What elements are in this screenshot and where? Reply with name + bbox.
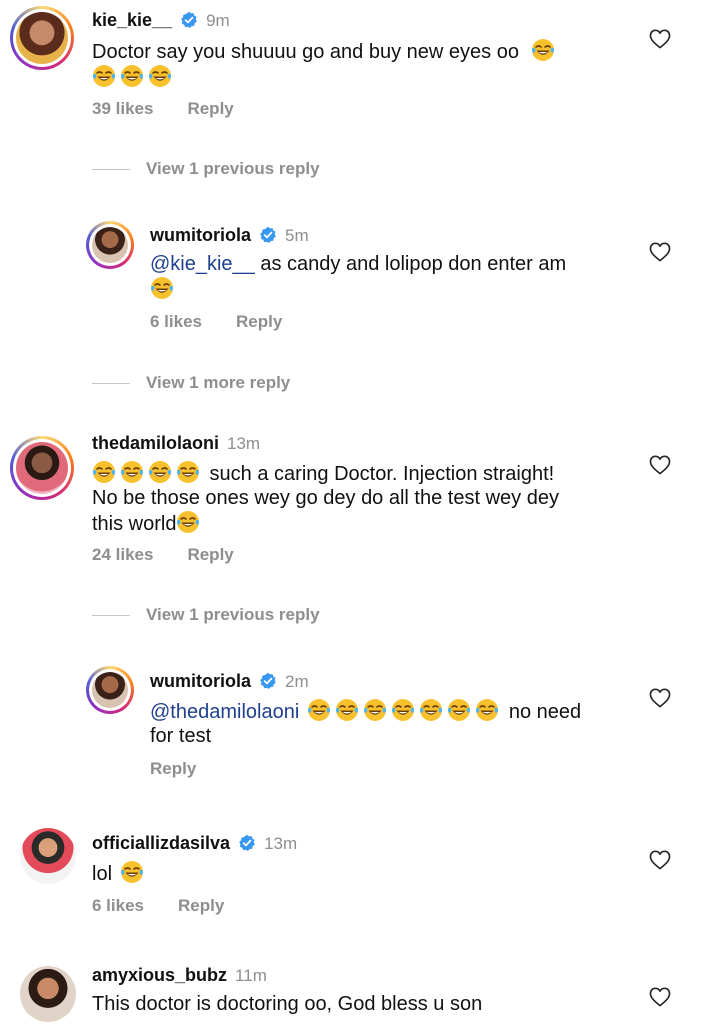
face-with-tears-of-joy-icon <box>148 64 172 88</box>
avatar[interactable] <box>10 6 74 70</box>
verified-badge-icon <box>180 11 198 29</box>
likes-count[interactable]: 24 likes <box>92 545 153 565</box>
heart-icon[interactable] <box>649 987 671 1007</box>
comment-time: 5m <box>285 226 309 245</box>
comment-text: @thedamilolaoni no need for test <box>150 698 640 748</box>
comment-time: 11m <box>235 966 267 985</box>
face-with-tears-of-joy-icon <box>447 698 471 722</box>
avatar[interactable] <box>20 966 76 1022</box>
verified-badge-icon <box>259 226 277 244</box>
divider-line <box>92 614 130 616</box>
divider-line <box>92 382 130 384</box>
comment-username[interactable]: kie_kie__ <box>92 10 172 31</box>
heart-icon[interactable] <box>649 850 671 870</box>
likes-count[interactable]: 6 likes <box>150 312 202 332</box>
comment-time: 13m <box>227 434 261 453</box>
face-with-tears-of-joy-icon <box>176 460 200 484</box>
avatar[interactable] <box>86 221 134 269</box>
face-with-tears-of-joy-icon <box>120 64 144 88</box>
comment-text: This doctor is doctoring oo, God bless u… <box>92 993 483 1015</box>
face-with-tears-of-joy-icon <box>176 510 200 534</box>
reply-button[interactable]: Reply <box>187 545 233 565</box>
heart-icon[interactable] <box>649 29 671 49</box>
heart-icon[interactable] <box>649 242 671 262</box>
heart-icon[interactable] <box>649 688 671 708</box>
view-more-reply-button[interactable]: View 1 more reply <box>92 373 290 393</box>
face-with-tears-of-joy-icon <box>363 698 387 722</box>
comment-username[interactable]: officiallizdasilva <box>92 833 230 854</box>
reply-button[interactable]: Reply <box>236 312 282 332</box>
reply-button[interactable]: Reply <box>150 759 196 779</box>
face-with-tears-of-joy-icon <box>475 698 499 722</box>
reply-button[interactable]: Reply <box>187 99 233 119</box>
comment-time: 13m <box>264 834 298 853</box>
comment-text: @kie_kie__ as candy and lolipop don ente… <box>150 252 640 302</box>
comment-text: Doctor say you shuuuu go and buy new eye… <box>92 38 632 90</box>
face-with-tears-of-joy-icon <box>531 38 555 62</box>
face-with-tears-of-joy-icon <box>92 460 116 484</box>
verified-badge-icon <box>238 834 256 852</box>
verified-badge-icon <box>259 672 277 690</box>
face-with-tears-of-joy-icon <box>391 698 415 722</box>
face-with-tears-of-joy-icon <box>120 460 144 484</box>
likes-count[interactable]: 39 likes <box>92 99 153 119</box>
reply-button[interactable]: Reply <box>178 896 224 916</box>
face-with-tears-of-joy-icon <box>419 698 443 722</box>
avatar[interactable] <box>20 828 76 884</box>
avatar[interactable] <box>86 666 134 714</box>
comment-time: 2m <box>285 672 309 691</box>
face-with-tears-of-joy-icon <box>92 64 116 88</box>
comment-time: 9m <box>206 11 230 30</box>
view-previous-reply-button[interactable]: View 1 previous reply <box>92 605 320 625</box>
avatar[interactable] <box>10 436 74 500</box>
view-previous-reply-button[interactable]: View 1 previous reply <box>92 159 320 179</box>
face-with-tears-of-joy-icon <box>307 698 331 722</box>
comment-username[interactable]: thedamilolaoni <box>92 433 219 454</box>
mention-link[interactable]: @kie_kie__ <box>150 253 255 275</box>
comment-text: lol <box>92 860 632 886</box>
heart-icon[interactable] <box>649 455 671 475</box>
comment-username[interactable]: wumitoriola <box>150 225 251 246</box>
face-with-tears-of-joy-icon <box>148 460 172 484</box>
face-with-tears-of-joy-icon <box>335 698 359 722</box>
divider-line <box>92 168 130 170</box>
comment-username[interactable]: amyxious_bubz <box>92 965 227 986</box>
comment-username[interactable]: wumitoriola <box>150 671 251 692</box>
face-with-tears-of-joy-icon <box>150 276 174 300</box>
mention-link[interactable]: @thedamilolaoni <box>150 701 299 723</box>
face-with-tears-of-joy-icon <box>120 860 144 884</box>
comment-text: such a caring Doctor. Injection straight… <box>92 460 632 536</box>
likes-count[interactable]: 6 likes <box>92 896 144 916</box>
